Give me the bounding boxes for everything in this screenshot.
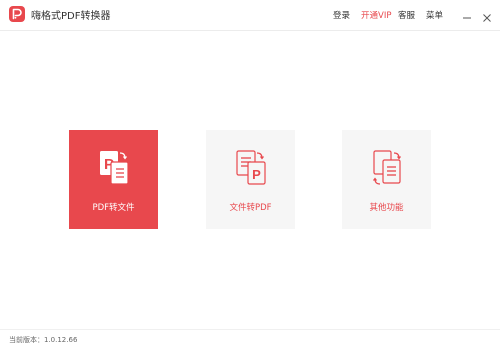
minimize-icon[interactable] [462,8,472,19]
customer-service-link[interactable]: 客服 [398,9,415,21]
file-to-pdf-label: 文件转PDF [229,203,272,213]
file-to-pdf-card[interactable]: P 文件转PDF [206,130,295,229]
pdf-to-file-icon: P [97,148,131,188]
menu-link[interactable]: 菜单 [426,9,443,21]
main-area: P PDF转文件 P 文件转PDF 其他功能 [0,31,500,329]
vip-link[interactable]: 开通VIP [361,9,391,21]
app-title: 嗨格式PDF转换器 [31,11,111,22]
other-functions-label: 其他功能 [369,203,404,213]
pdf-to-file-label: PDF转文件 [92,203,135,213]
title-bar: 嗨格式PDF转换器 登录 开通VIP 客服 菜单 [0,0,500,31]
version-text: 当前版本：1.0.12.66 [9,336,78,344]
login-link[interactable]: 登录 [333,9,350,21]
other-functions-icon [370,148,404,188]
status-bar: 当前版本：1.0.12.66 [0,329,500,344]
pdf-to-file-card[interactable]: P PDF转文件 [69,130,158,229]
other-functions-card[interactable]: 其他功能 [342,130,431,229]
file-to-pdf-icon: P [234,148,268,188]
app-logo-icon [9,6,25,22]
close-icon[interactable] [482,8,492,22]
svg-text:P: P [252,167,261,182]
